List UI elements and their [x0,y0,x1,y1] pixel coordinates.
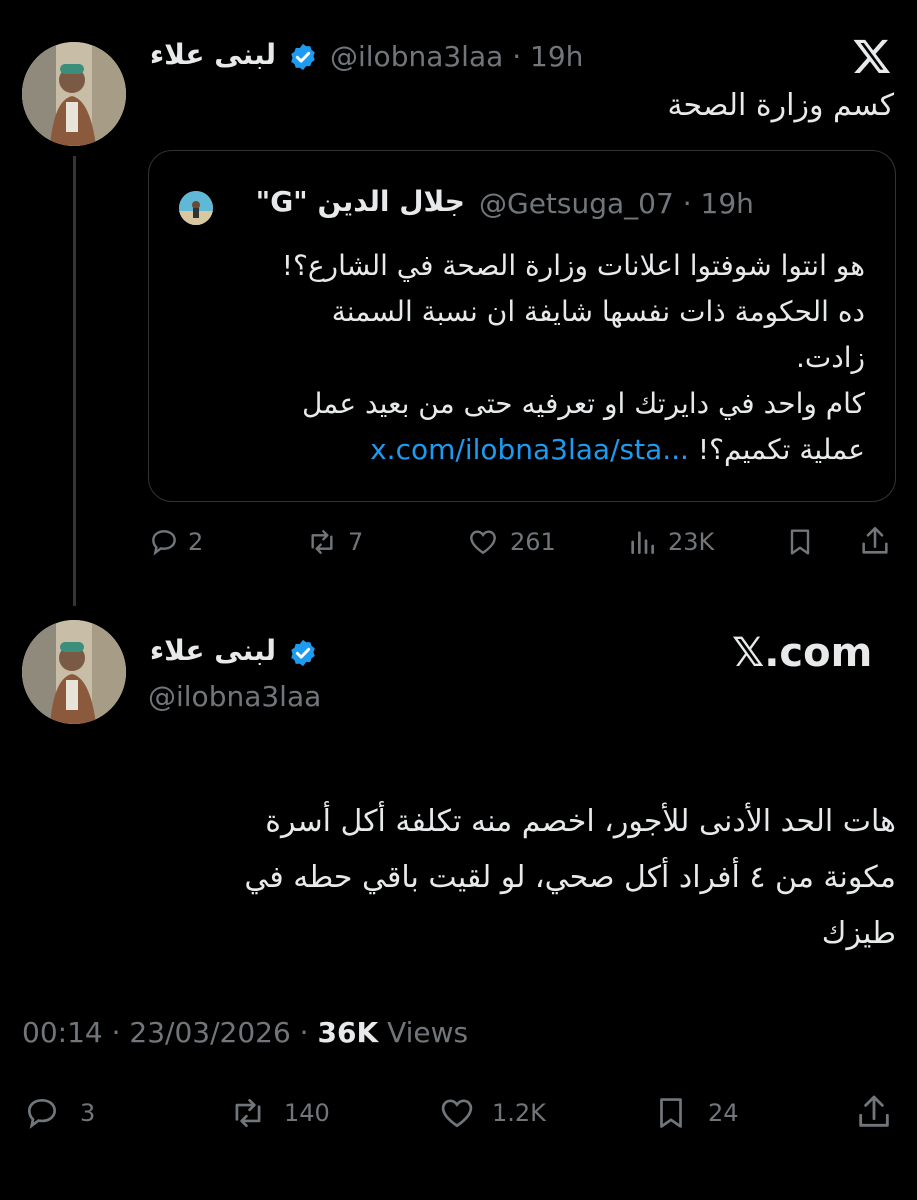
thread-line [73,156,76,606]
separator: · [682,187,692,220]
tweet-timestamp[interactable]: 00:14 · 23/03/2026 · [22,1016,309,1049]
verified-badge-icon [288,638,318,668]
repost-icon [311,530,333,554]
tweet-timestamp-row: 00:14 · 23/03/2026 · 36K Views [22,1016,468,1049]
tweet-text: هات الحد الأدنى للأجور، اخصم منه تكلفة أ… [40,794,896,962]
x-com-brand: 𝕏.com [732,630,873,676]
bookmark-button[interactable]: 24 [652,1094,739,1132]
repost-count: 140 [284,1099,330,1127]
bookmark-icon [790,529,810,555]
tweet-text: كسم وزارة الصحة [667,88,894,123]
share-button[interactable] [858,524,892,558]
quoted-display-name[interactable]: جلال الدين "G" [229,185,465,218]
tweet-meta: @ilobna3laa · 19h [330,40,583,73]
reply-button[interactable]: 3 [22,1094,95,1132]
quoted-timestamp[interactable]: 19h [701,187,754,220]
views-count: 36K [317,1016,379,1049]
like-button[interactable]: 261 [466,526,556,558]
share-button[interactable] [854,1092,894,1132]
reply-button[interactable]: 2 [148,526,203,558]
reply-count: 3 [80,1099,96,1127]
views-button[interactable]: 23K [626,526,714,558]
timestamp[interactable]: 19h [530,40,583,73]
display-name[interactable]: لبنى علاء [146,38,276,71]
quoted-avatar-image [179,191,213,225]
handle[interactable]: @ilobna3laa [330,40,503,73]
like-icon [441,1099,473,1128]
tweet-text-line: طيزك [821,916,896,951]
views-label: Views [387,1016,469,1049]
avatar-image [22,42,126,146]
views-icon [631,531,654,554]
verified-badge-icon [288,42,318,72]
avatar[interactable] [22,42,126,146]
share-icon [859,1095,889,1127]
reply-icon [152,530,176,556]
quoted-text-line: كام واحد في دايرتك او تعرفيه حتى من بعيد… [301,387,865,420]
like-count: 261 [510,528,556,556]
bookmark-icon [660,1098,682,1128]
quoted-text-line: عملية تكميم؟! [697,433,865,466]
tweet-text-line: هات الحد الأدنى للأجور، اخصم منه تكلفة أ… [265,804,896,839]
separator: · [512,40,522,73]
handle[interactable]: @ilobna3laa [148,680,321,713]
quoted-link[interactable]: x.com/ilobna3laa/sta... [370,433,689,466]
repost-button[interactable]: 140 [226,1094,330,1132]
quoted-tweet[interactable]: جلال الدين "G" @Getsuga_07 · 19h هو انتو… [148,150,896,502]
quoted-handle[interactable]: @Getsuga_07 [479,187,674,220]
bookmark-button[interactable] [784,526,816,558]
quoted-text-line: زادت. [795,341,865,374]
avatar-image [22,620,126,724]
quoted-text-line-with-link: عملية تكميم؟! x.com/ilobna3laa/sta... [179,427,865,473]
avatar[interactable] [22,620,126,724]
quoted-text-line: هو انتوا شوفتوا اعلانات وزارة الصحة في ا… [281,249,865,282]
display-name[interactable]: لبنى علاء [146,634,276,667]
share-icon [862,526,888,554]
like-icon [470,530,496,555]
bookmark-count: 24 [708,1099,739,1127]
views-count: 23K [668,528,715,556]
x-logo-icon[interactable] [852,36,892,76]
quoted-text: هو انتوا شوفتوا اعلانات وزارة الصحة في ا… [179,243,865,473]
tweet-text-line: مكونة من ٤ أفراد أكل صحي، لو لقيت باقي ح… [244,860,896,895]
repost-button[interactable]: 7 [304,526,363,558]
quoted-meta: @Getsuga_07 · 19h [479,187,754,220]
reply-count: 2 [188,528,204,556]
quoted-text-line: ده الحكومة ذات نفسها شايفة ان نسبة السمن… [331,295,865,328]
like-button[interactable]: 1.2K [436,1094,546,1132]
quoted-avatar[interactable] [179,191,213,225]
reply-icon [27,1098,57,1129]
repost-count: 7 [348,528,364,556]
repost-icon [235,1098,261,1128]
like-count: 1.2K [492,1099,546,1127]
